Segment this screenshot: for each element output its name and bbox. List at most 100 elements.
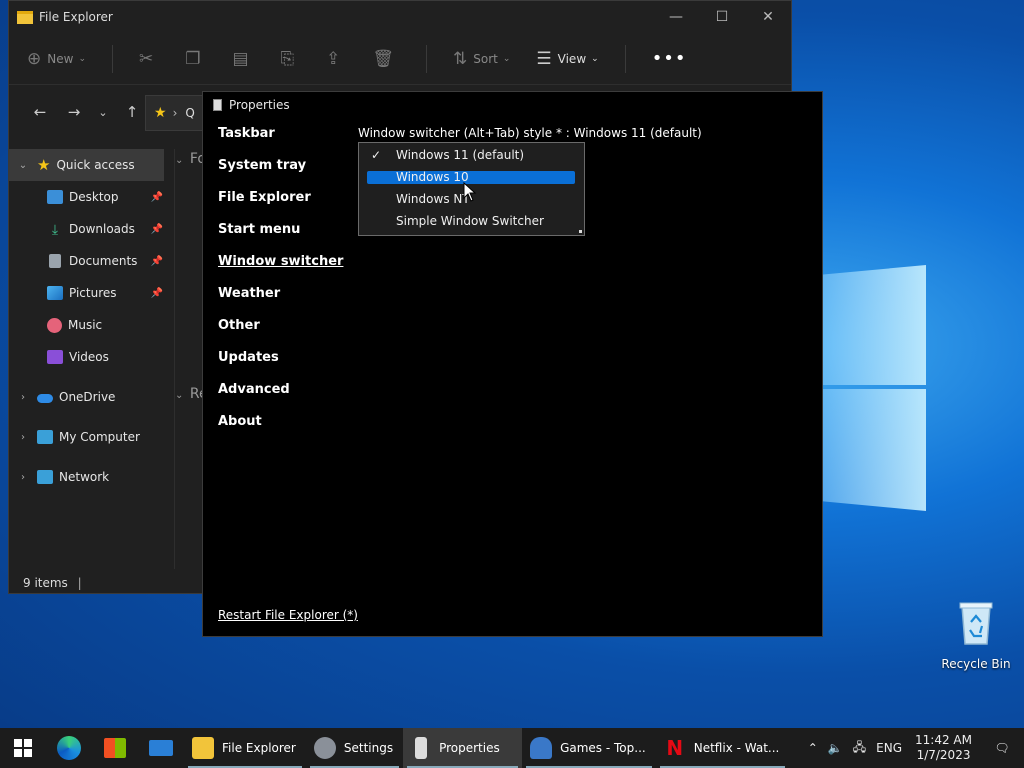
dropdown-option-simple-window-switcher[interactable]: Simple Window Switcher bbox=[367, 215, 575, 228]
paste-button[interactable]: ▤ bbox=[232, 49, 254, 69]
chevron-right-icon[interactable]: › bbox=[9, 432, 37, 443]
network-icon[interactable]: 🖧 bbox=[848, 738, 871, 759]
mail-icon bbox=[149, 740, 173, 756]
nav-system-tray[interactable]: System tray bbox=[218, 158, 343, 190]
taskbar-app-label: Netflix - Wat... bbox=[693, 741, 780, 755]
sidebar-item-network[interactable]: › Network bbox=[9, 461, 167, 493]
mail-taskbar-button[interactable] bbox=[138, 728, 184, 768]
back-arrow-icon[interactable]: ← bbox=[23, 103, 57, 121]
sidebar-item-label: Pictures bbox=[69, 286, 117, 300]
recycle-bin-icon bbox=[959, 602, 993, 645]
explorer-toolbar: ⊕ New ⌄ ✂ ❐ ▤ ⎘ ⇪ 🗑 ⇅ Sort ⌄ ☰ View ⌄ ••• bbox=[9, 33, 791, 85]
sidebar-item-videos[interactable]: Videos bbox=[9, 341, 167, 373]
properties-nav: Taskbar System tray File Explorer Start … bbox=[218, 126, 343, 446]
start-button[interactable] bbox=[0, 728, 46, 768]
recycle-bin-desktop-icon[interactable]: Recycle Bin bbox=[940, 600, 1012, 671]
taskbar-app-properties[interactable]: Properties bbox=[403, 728, 523, 768]
sidebar-item-label: My Computer bbox=[59, 430, 140, 444]
folder-icon bbox=[17, 10, 33, 24]
chevron-down-icon: ⌄ bbox=[175, 155, 184, 166]
nav-file-explorer[interactable]: File Explorer bbox=[218, 190, 343, 222]
chevron-right-icon[interactable]: › bbox=[9, 392, 37, 403]
copy-button[interactable]: ❐ bbox=[185, 49, 206, 69]
sidebar-item-onedrive[interactable]: › OneDrive bbox=[9, 381, 167, 413]
recent-chevron-icon[interactable]: ⌄ bbox=[91, 106, 115, 119]
nav-window-switcher[interactable]: Window switcher bbox=[218, 254, 343, 286]
properties-window: Properties Taskbar System tray File Expl… bbox=[202, 91, 823, 637]
sidebar-item-label: Network bbox=[59, 470, 110, 484]
sidebar-item-documents[interactable]: Documents 📌 bbox=[9, 245, 167, 277]
chevron-down-icon: ⌄ bbox=[591, 53, 599, 64]
taskbar-app-games[interactable]: Games - Top... bbox=[522, 728, 656, 768]
maximize-icon[interactable]: ☐ bbox=[699, 9, 745, 25]
taskbar-app-settings[interactable]: Settings bbox=[306, 728, 403, 768]
sidebar-item-pictures[interactable]: Pictures 📌 bbox=[9, 277, 167, 309]
chevron-down-icon: ⌄ bbox=[502, 53, 511, 64]
new-label: New bbox=[47, 51, 74, 66]
taskbar-app-netflix[interactable]: N Netflix - Wat... bbox=[656, 728, 790, 768]
taskbar-app-file-explorer[interactable]: File Explorer bbox=[184, 728, 306, 768]
item-count: 9 items bbox=[23, 576, 68, 590]
sidebar-item-label: Desktop bbox=[69, 190, 119, 204]
sidebar-item-music[interactable]: Music bbox=[9, 309, 167, 341]
properties-titlebar[interactable]: Properties bbox=[203, 92, 822, 118]
forward-arrow-icon[interactable]: → bbox=[57, 103, 91, 121]
notifications-icon[interactable]: 🗨 bbox=[980, 741, 1024, 755]
restart-file-explorer-link[interactable]: Restart File Explorer (*) bbox=[218, 608, 358, 622]
close-icon[interactable]: ✕ bbox=[745, 9, 791, 25]
input-language[interactable]: ENG bbox=[871, 741, 907, 755]
store-taskbar-button[interactable] bbox=[92, 728, 138, 768]
gear-icon bbox=[313, 737, 336, 759]
clock[interactable]: 11:42 AM 1/7/2023 bbox=[907, 733, 980, 763]
chevron-down-icon: ⌄ bbox=[175, 390, 184, 401]
status-bar: 9 items | bbox=[23, 576, 82, 590]
pin-icon: 📌 bbox=[150, 223, 163, 235]
edge-icon bbox=[57, 736, 81, 760]
new-button[interactable]: ⊕ New ⌄ bbox=[27, 49, 86, 69]
chevron-right-icon[interactable]: › bbox=[9, 472, 37, 483]
nav-taskbar[interactable]: Taskbar bbox=[218, 126, 343, 158]
checkmark-icon: ✓ bbox=[371, 148, 382, 162]
window-switcher-style-setting[interactable]: Window switcher (Alt+Tab) style * : Wind… bbox=[358, 126, 702, 140]
explorer-sidebar: ⌄ ★ Quick access Desktop 📌 ⤓ Downloads 📌… bbox=[9, 149, 167, 493]
explorer-titlebar[interactable]: File Explorer — ☐ ✕ bbox=[9, 1, 791, 33]
view-button[interactable]: ☰ View ⌄ bbox=[536, 49, 598, 69]
nav-about[interactable]: About bbox=[218, 414, 343, 446]
pictures-icon bbox=[47, 286, 63, 300]
dropdown-option-windows-11[interactable]: ✓ Windows 11 (default) bbox=[367, 149, 575, 162]
properties-title: Properties bbox=[229, 98, 290, 112]
delete-button[interactable]: 🗑 bbox=[372, 49, 400, 69]
resize-grip-icon[interactable] bbox=[579, 230, 582, 233]
sidebar-item-my-computer[interactable]: › My Computer bbox=[9, 421, 167, 453]
minimize-icon[interactable]: — bbox=[653, 9, 699, 25]
pin-icon: 📌 bbox=[150, 255, 163, 267]
nav-updates[interactable]: Updates bbox=[218, 350, 343, 382]
sidebar-item-downloads[interactable]: ⤓ Downloads 📌 bbox=[9, 213, 167, 245]
share-button[interactable]: ⇪ bbox=[326, 49, 346, 69]
up-arrow-icon[interactable]: ↑ bbox=[115, 103, 149, 121]
sidebar-item-label: OneDrive bbox=[59, 390, 116, 404]
cut-button[interactable]: ✂ bbox=[139, 49, 159, 69]
rename-button[interactable]: ⎘ bbox=[281, 49, 301, 69]
sort-button[interactable]: ⇅ Sort ⌄ bbox=[453, 49, 510, 69]
windows-start-icon bbox=[14, 739, 32, 757]
taskbar-app-label: Games - Top... bbox=[560, 741, 646, 755]
nav-advanced[interactable]: Advanced bbox=[218, 382, 343, 414]
edge-taskbar-button[interactable] bbox=[46, 728, 92, 768]
address-bar[interactable]: ★ › Q bbox=[145, 95, 205, 131]
nav-weather[interactable]: Weather bbox=[218, 286, 343, 318]
volume-icon[interactable]: 🔈 bbox=[823, 741, 848, 755]
show-hidden-icons-chevron-icon[interactable]: ⌃ bbox=[803, 741, 823, 755]
taskbar-app-label: File Explorer bbox=[222, 741, 296, 755]
option-label: Windows 11 (default) bbox=[396, 148, 525, 162]
more-options-button[interactable]: ••• bbox=[652, 48, 687, 69]
nav-start-menu[interactable]: Start menu bbox=[218, 222, 343, 254]
sidebar-item-desktop[interactable]: Desktop 📌 bbox=[9, 181, 167, 213]
clock-date: 1/7/2023 bbox=[916, 748, 971, 762]
nav-other[interactable]: Other bbox=[218, 318, 343, 350]
sidebar-item-quick-access[interactable]: ⌄ ★ Quick access bbox=[9, 149, 164, 181]
taskbar: File Explorer Settings Properties Games … bbox=[0, 728, 1024, 768]
netflix-icon: N bbox=[666, 736, 684, 760]
chevron-down-icon[interactable]: ⌄ bbox=[9, 160, 37, 171]
download-icon: ⤓ bbox=[51, 222, 59, 238]
